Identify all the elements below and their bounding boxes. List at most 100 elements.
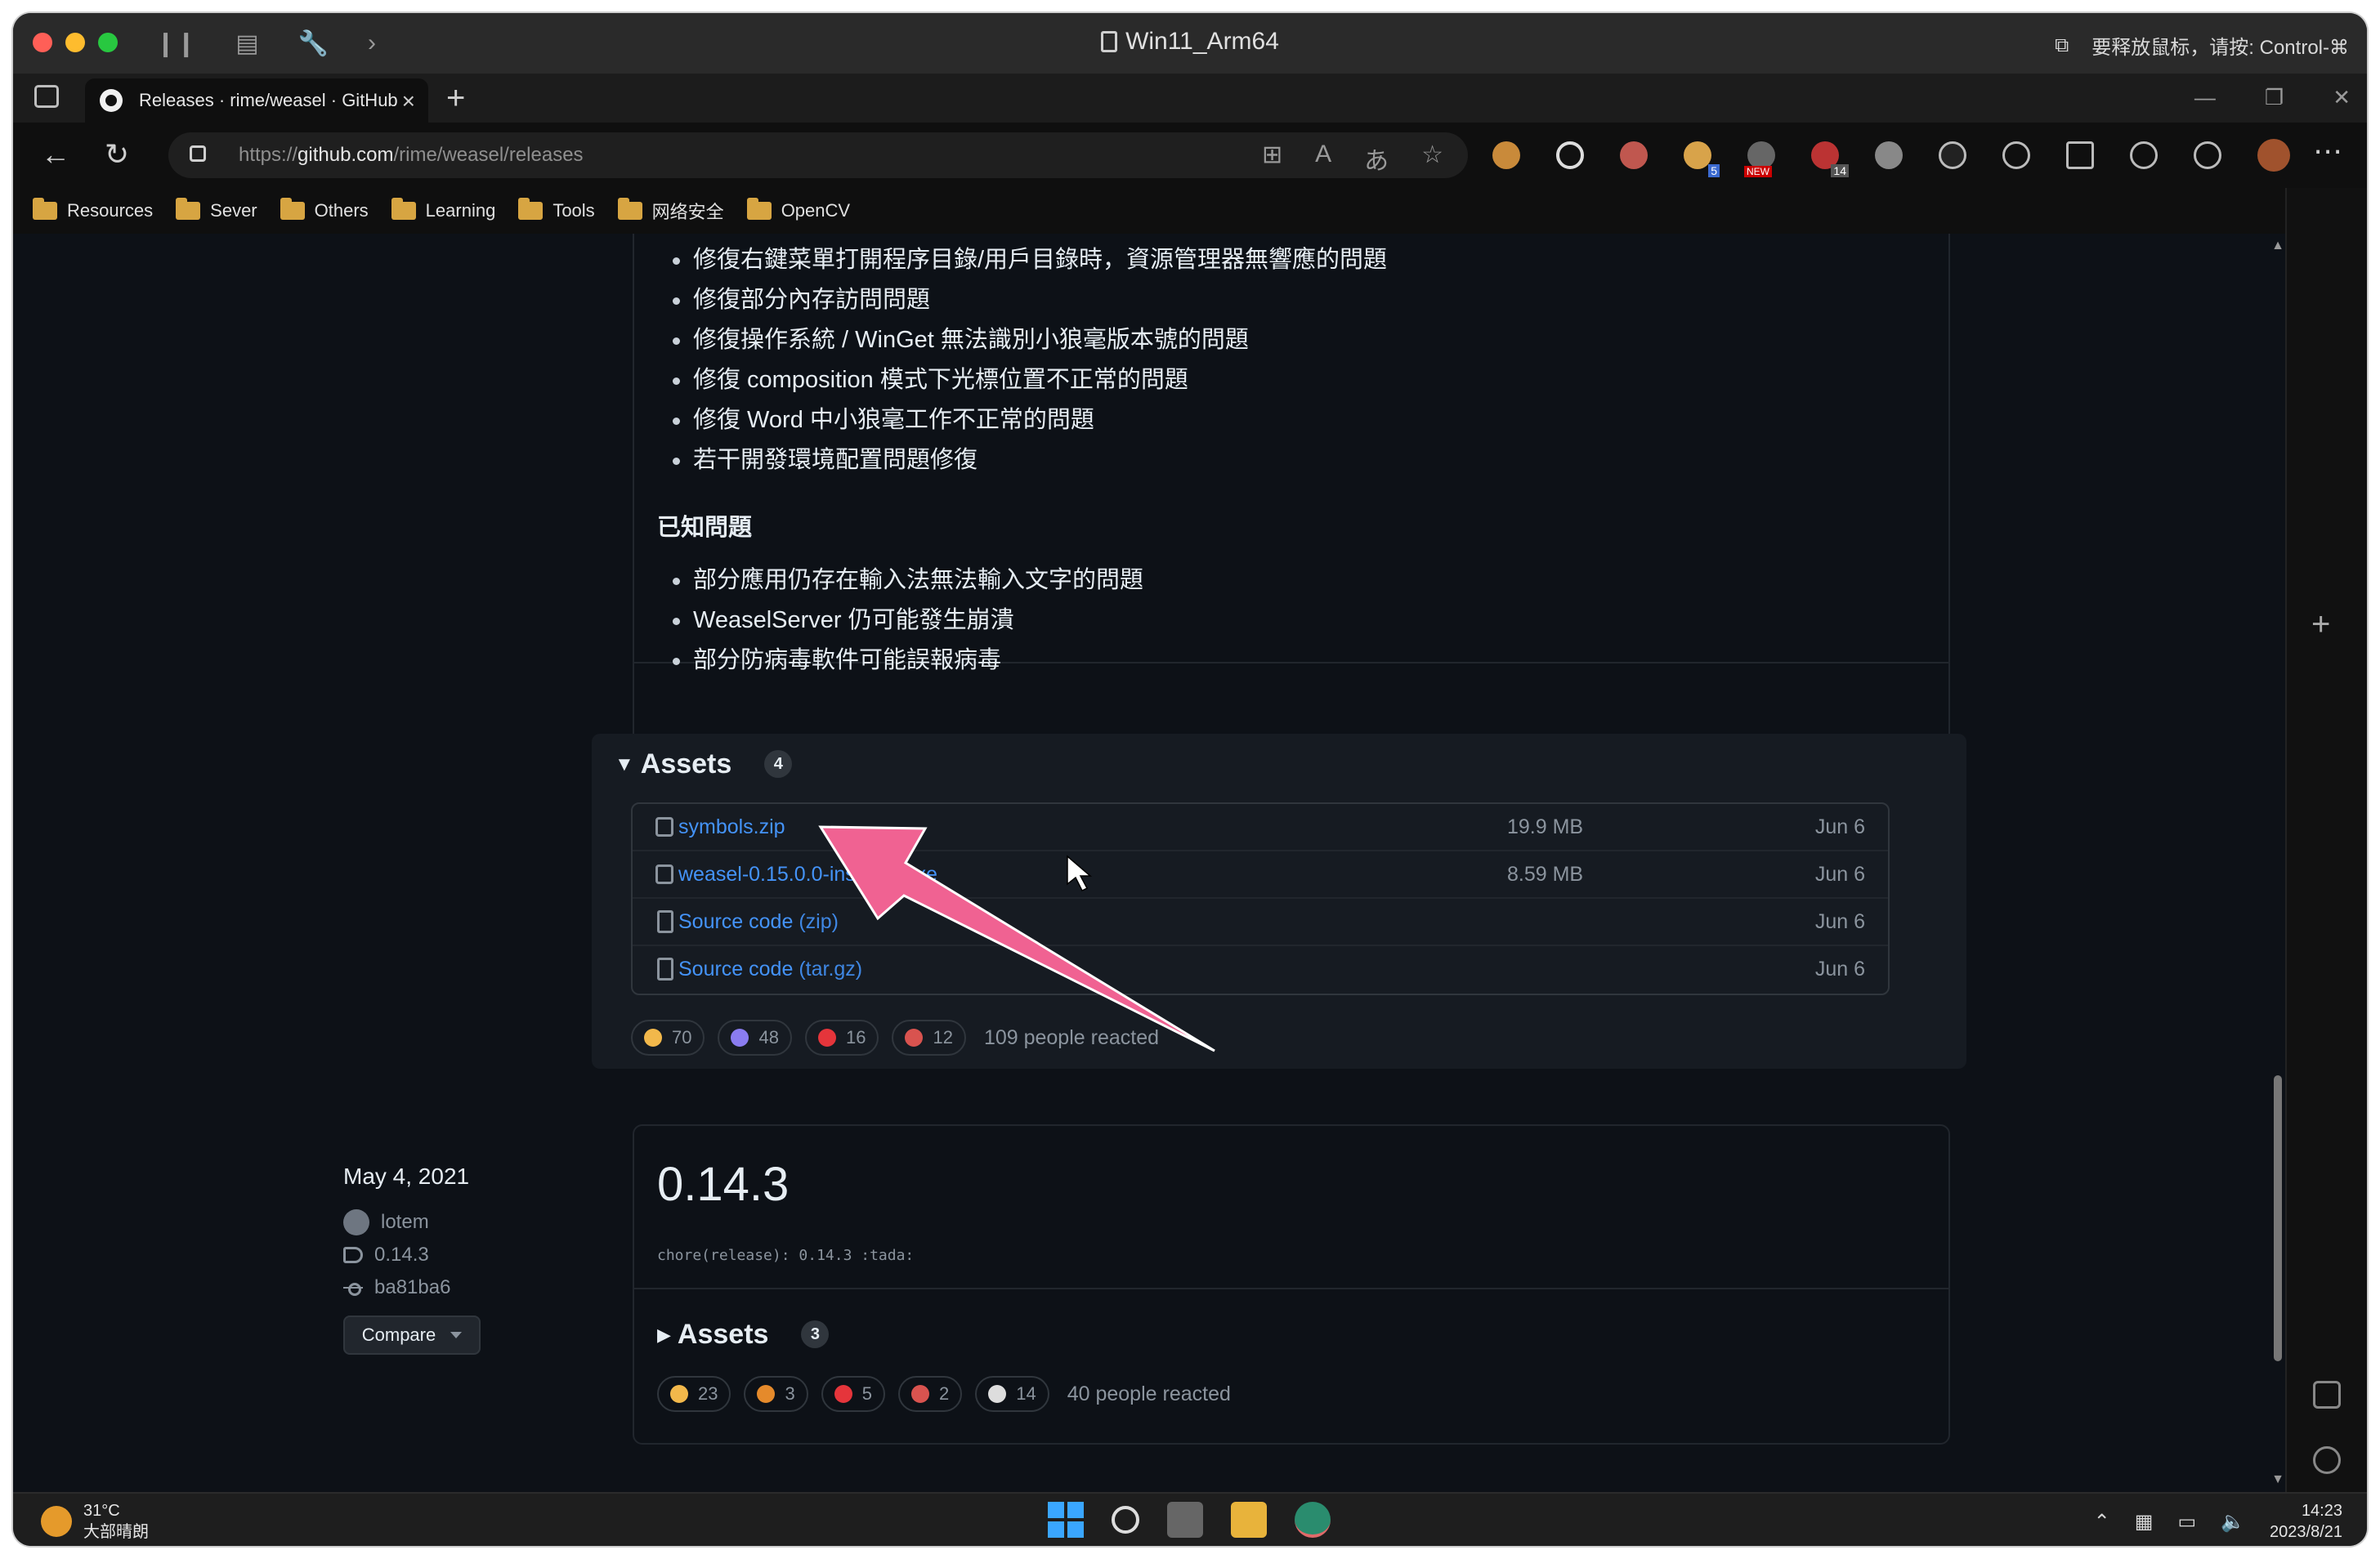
circle-extension-icon[interactable] [1556, 141, 1584, 169]
avatar [343, 1209, 369, 1235]
clock[interactable]: 14:23 2023/8/21 [2270, 1500, 2342, 1543]
bookmark-learning[interactable]: Learning [391, 198, 495, 221]
bookmark-tools[interactable]: Tools [518, 198, 595, 221]
favorite-star-icon[interactable]: ☆ [1421, 141, 1443, 176]
tab-releases[interactable]: Releases · rime/weasel · GitHub × [85, 78, 428, 123]
asset-link-source-zip[interactable]: Source code (zip) [678, 910, 839, 934]
puzzle-extension-icon[interactable] [2002, 141, 2030, 169]
split-screen-icon[interactable] [2066, 141, 2094, 169]
translate-icon[interactable]: あ [1364, 141, 1389, 176]
file-zip-icon [657, 958, 673, 981]
read-aloud-icon[interactable]: A [1315, 141, 1331, 176]
known-issues-list: 部分應用仍存在輸入法無法輸入文字的問題 WeaselServer 仍可能發生崩潰… [672, 561, 1143, 681]
close-icon[interactable]: ✕ [2333, 85, 2351, 110]
reaction-thumbs-up[interactable]: 23 [657, 1376, 731, 1412]
reaction-smile[interactable]: 3 [744, 1376, 808, 1412]
scroll-down-icon[interactable]: ▼ [2270, 1472, 2285, 1487]
file-explorer-icon[interactable] [1231, 1502, 1267, 1538]
page-scrollbar[interactable]: ▲ ▼ [2270, 234, 2285, 1492]
bookmark-resources[interactable]: Resources [33, 198, 153, 221]
release-version-title[interactable]: 0.14.3 [657, 1157, 789, 1212]
reaction-heart[interactable]: 16 [804, 1020, 879, 1056]
address-toolbar: ← ↻ https://github.com/rime/weasel/relea… [13, 123, 2367, 188]
compare-button[interactable]: Compare [343, 1316, 481, 1355]
assets-table: symbols.zip 19.9 MB Jun 6 weasel-0.15.0.… [631, 802, 1890, 995]
bookmark-security[interactable]: 网络安全 [617, 198, 724, 224]
asset-date: Jun 6 [1814, 815, 1865, 838]
address-bar[interactable]: https://github.com/rime/weasel/releases … [168, 132, 1468, 178]
reaction-rocket[interactable]: 12 [892, 1020, 966, 1056]
volume-icon[interactable]: 🔈 [2221, 1510, 2245, 1534]
reaction-eyes[interactable]: 14 [975, 1376, 1049, 1412]
asset-size: 8.59 MB [1507, 863, 1584, 886]
restore-icon[interactable]: ❐ [2265, 85, 2284, 110]
cookie-extension-icon[interactable] [1492, 141, 1520, 169]
screenshot-icon[interactable] [2313, 1381, 2341, 1409]
asset-link-installer[interactable]: weasel-0.15.0.0-installer.exe [678, 863, 937, 887]
search-icon[interactable] [1112, 1506, 1139, 1534]
apps-icon[interactable]: ⊞ [1262, 141, 1282, 176]
badge-extension-icon[interactable]: 5 [1684, 141, 1720, 177]
release-card-0-14-3: 0.14.3 chore(release): 0.14.3 :tada: ▶ As… [633, 1124, 1950, 1445]
mac-right-area: ⧉ 要释放鼠标，请按: Control-⌘ [2055, 31, 2349, 60]
add-sidebar-app-icon[interactable]: + [2311, 606, 2330, 643]
url-text[interactable]: https://github.com/rime/weasel/releases [239, 144, 584, 167]
more-options-icon[interactable]: ⋯ [2313, 134, 2342, 168]
assets-count-badge: 3 [801, 1320, 830, 1348]
refresh-button[interactable]: ↻ [105, 137, 129, 172]
tag-link[interactable]: 0.14.3 [343, 1239, 481, 1271]
reaction-heart[interactable]: 5 [821, 1376, 885, 1412]
bookmark-others[interactable]: Others [280, 198, 369, 221]
folder-icon [280, 198, 305, 220]
tab-close-icon[interactable]: × [402, 88, 415, 114]
reaction-rocket[interactable]: 2 [897, 1376, 963, 1412]
assets-toggle[interactable]: ▼ Assets 4 [615, 748, 793, 780]
asset-link-symbols[interactable]: symbols.zip [678, 815, 785, 839]
release-meta: May 4, 2021 lotem 0.14.3 ba81ba6 Compare [343, 1164, 481, 1355]
reaction-party[interactable]: 48 [718, 1020, 792, 1056]
windows-taskbar: 31°C 大部晴朗 ⌃ ▦ ▭ 🔈 14:23 2023/8/21 [13, 1492, 2367, 1546]
author-link[interactable]: lotem [343, 1206, 481, 1239]
tab-title: Releases · rime/weasel · GitHub [139, 90, 398, 110]
weather-widget[interactable]: 31°C 大部晴朗 [41, 1500, 149, 1543]
asset-link-source-targz[interactable]: Source code (tar.gz) [678, 958, 862, 981]
network-icon[interactable]: ▭ [2177, 1510, 2196, 1534]
new-tab-button[interactable]: + [446, 80, 465, 117]
minimize-icon[interactable]: — [2194, 85, 2216, 110]
chevron-up-icon[interactable]: ⌃ [2094, 1510, 2110, 1534]
asset-size: 19.9 MB [1507, 815, 1584, 838]
favorites-icon[interactable] [2130, 141, 2158, 169]
mac-titlebar: ❙❙ ▤ 🔧 › Win11_Arm64 ⧉ 要释放鼠标，请按: Control… [13, 13, 2367, 74]
cloud-extension-icon[interactable] [1875, 141, 1903, 169]
copy-icon[interactable]: ⧉ [2055, 34, 2069, 57]
party-icon [731, 1029, 749, 1047]
reaction-thumbs-up[interactable]: 70 [631, 1020, 705, 1056]
bookmark-sever[interactable]: Sever [176, 198, 257, 221]
bookmark-opencv[interactable]: OpenCV [746, 198, 850, 221]
windows-start-icon[interactable] [1048, 1502, 1084, 1538]
release-date: May 4, 2021 [343, 1164, 470, 1189]
edge-browser-icon[interactable] [1295, 1502, 1331, 1538]
tab-actions-icon[interactable] [34, 85, 59, 108]
commit-link[interactable]: ba81ba6 [343, 1271, 481, 1304]
ime-icon[interactable]: ▦ [2135, 1510, 2154, 1534]
back-button[interactable]: ← [41, 137, 70, 172]
lock-icon[interactable] [190, 145, 206, 162]
count-extension-icon[interactable]: 14 [1811, 141, 1849, 177]
pink-extension-icon[interactable] [1620, 141, 1648, 169]
new-extension-icon[interactable]: NEW [1744, 141, 1775, 177]
scroll-up-icon[interactable]: ▲ [2270, 239, 2285, 253]
gear-icon[interactable] [2313, 1446, 2341, 1474]
health-icon[interactable] [2194, 141, 2221, 169]
assets-toggle-collapsed[interactable]: ▶ Assets 3 [657, 1319, 830, 1351]
scroll-thumb[interactable] [2274, 1075, 2282, 1361]
mask-extension-icon[interactable] [1939, 141, 1966, 169]
asset-row: Source code (tar.gz) Jun 6 [633, 946, 1888, 994]
task-view-icon[interactable] [1167, 1502, 1203, 1538]
profile-avatar[interactable] [2257, 139, 2290, 172]
reactions-bar: 23 3 5 2 14 40 people reacted [657, 1376, 1231, 1412]
edge-sidebar: + [2285, 188, 2367, 1492]
list-item: 部分防病毒軟件可能誤報病毒 [672, 641, 1143, 681]
heart-icon [817, 1029, 836, 1047]
tag-icon [343, 1247, 363, 1263]
